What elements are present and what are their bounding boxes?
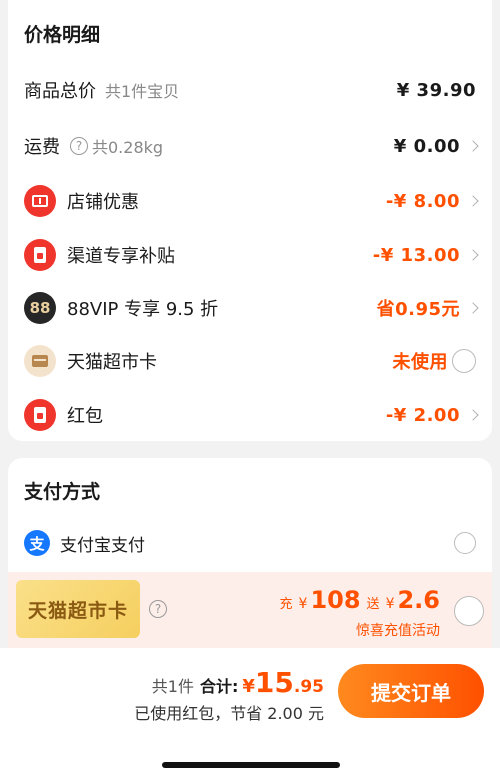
ticket-icon <box>24 185 56 217</box>
store-discount-row[interactable]: 店铺优惠 -¥ 8.00 <box>8 181 492 221</box>
tmall-card-payment-row[interactable]: 天猫超市卡 ? 充 ¥ 108 送 ¥ 2.6 惊喜充值活动 <box>8 572 492 658</box>
total-label: 合计: <box>199 677 239 696</box>
price-detail-card: 价格明细 商品总价 共1件宝贝 ¥ 39.90 运费 ? 共0.28kg ¥ 0… <box>8 0 492 441</box>
channel-subsidy-row[interactable]: 渠道专享补贴 -¥ 13.00 <box>8 235 492 275</box>
shipping-row[interactable]: 运费 ? 共0.28kg ¥ 0.00 <box>8 126 492 166</box>
market-card-row[interactable]: 天猫超市卡 未使用 <box>8 341 492 381</box>
red-packet-row[interactable]: 红包 -¥ 2.00 <box>8 395 492 435</box>
vip-discount-label: 88VIP 专享 9.5 折 <box>67 299 219 320</box>
goods-count: 共1件宝贝 <box>105 82 180 101</box>
checkout-bar: 共1件 合计: ¥ 15 .95 已使用红包，节省 2.00 元 提交订单 <box>0 648 500 778</box>
chevron-right-icon <box>467 409 479 421</box>
goods-total-value: ¥ 39.90 <box>396 79 476 101</box>
alipay-label: 支付宝支付 <box>60 535 145 556</box>
recharge-amount: 108 <box>310 586 361 614</box>
vip-discount-row[interactable]: 88 88VIP 专享 9.5 折 省0.95元 <box>8 288 492 328</box>
bonus-currency: ¥ <box>385 596 395 612</box>
red-envelope-icon <box>24 399 56 431</box>
total-decimal: .95 <box>293 677 324 697</box>
store-discount-value: -¥ 8.00 <box>385 190 460 212</box>
tmall-card-radio[interactable] <box>454 596 484 626</box>
alipay-icon: 支 <box>24 530 50 556</box>
chevron-right-icon <box>467 140 479 152</box>
help-icon[interactable]: ? <box>149 600 167 618</box>
goods-total-label: 商品总价 <box>24 81 96 102</box>
goods-total-row: 商品总价 共1件宝贝 ¥ 39.90 <box>8 70 492 110</box>
shipping-value: ¥ 0.00 <box>393 135 460 157</box>
red-envelope-icon <box>24 239 56 271</box>
home-indicator <box>162 762 340 768</box>
bonus-amount: 2.6 <box>397 586 440 614</box>
help-icon[interactable]: ? <box>70 137 88 155</box>
chevron-right-icon <box>467 249 479 261</box>
shipping-label: 运费 <box>24 137 60 158</box>
recharge-offer: 充 ¥ 108 送 ¥ 2.6 <box>280 586 441 614</box>
order-total: 共1件 合计: ¥ 15 .95 <box>152 666 324 699</box>
recharge-prefix: 充 <box>279 597 293 612</box>
recharge-promo: 惊喜充值活动 <box>356 623 440 639</box>
red-packet-value: -¥ 2.00 <box>385 404 460 426</box>
market-card-radio[interactable] <box>452 349 476 373</box>
card-icon <box>24 345 56 377</box>
payment-method-title: 支付方式 <box>24 481 101 503</box>
bonus-prefix: 送 <box>366 597 380 612</box>
store-discount-label: 店铺优惠 <box>67 192 139 213</box>
tmall-card-image: 天猫超市卡 <box>16 580 140 638</box>
submit-order-button[interactable]: 提交订单 <box>338 664 484 718</box>
shipping-weight: 共0.28kg <box>92 138 164 157</box>
market-card-status: 未使用 <box>392 352 448 373</box>
chevron-right-icon <box>467 195 479 207</box>
alipay-radio[interactable] <box>454 532 476 554</box>
channel-subsidy-label: 渠道专享补贴 <box>67 246 175 267</box>
alipay-row[interactable]: 支 支付宝支付 <box>8 523 492 563</box>
item-count: 共1件 <box>151 677 194 696</box>
recharge-currency: ¥ <box>298 596 308 612</box>
payment-method-card: 支付方式 支 支付宝支付 天猫超市卡 ? 充 ¥ 108 送 ¥ 2.6 惊喜充… <box>8 458 492 658</box>
market-card-label: 天猫超市卡 <box>67 352 157 373</box>
red-packet-label: 红包 <box>67 406 103 427</box>
chevron-right-icon <box>467 302 479 314</box>
vip-88-icon: 88 <box>24 292 56 324</box>
savings-note: 已使用红包，节省 2.00 元 <box>134 704 324 723</box>
total-integer: 15 <box>254 666 294 699</box>
price-detail-title: 价格明细 <box>24 24 101 46</box>
total-currency: ¥ <box>242 676 255 697</box>
channel-subsidy-value: -¥ 13.00 <box>372 244 460 266</box>
vip-discount-value: 省0.95元 <box>376 299 460 320</box>
